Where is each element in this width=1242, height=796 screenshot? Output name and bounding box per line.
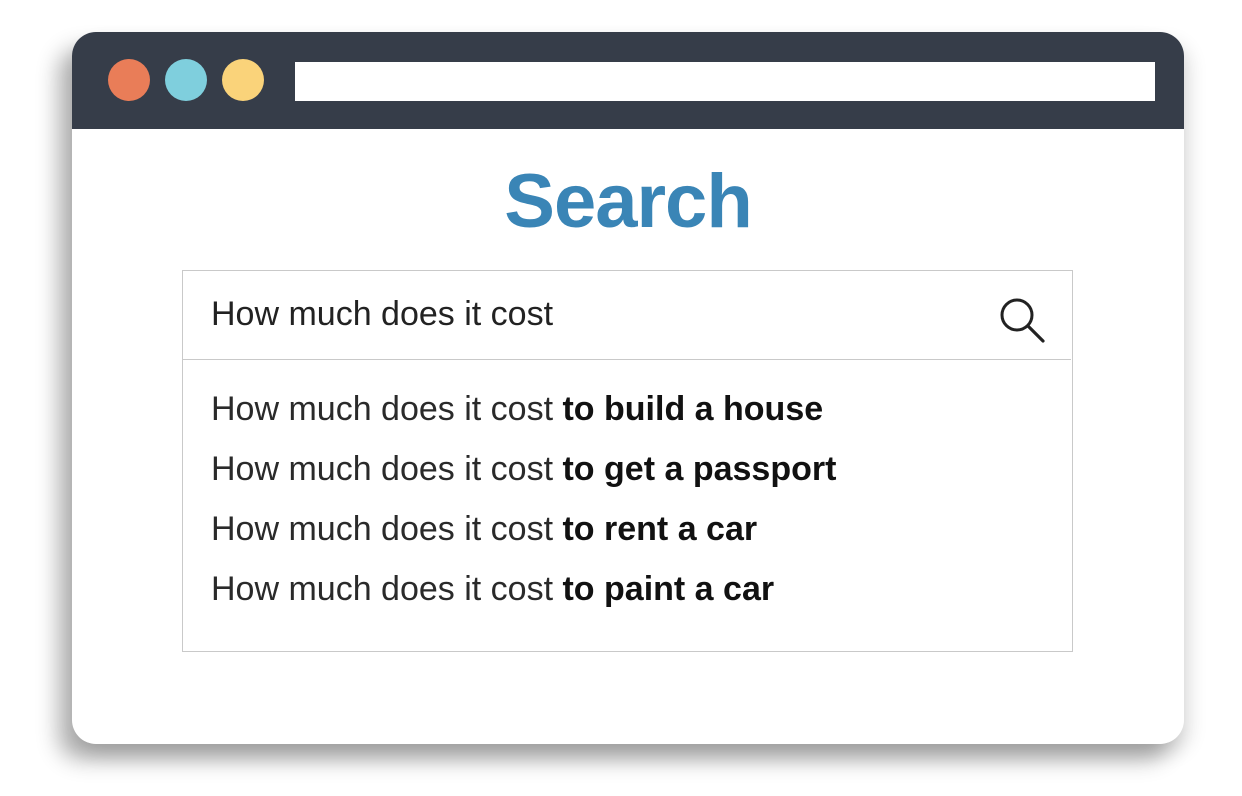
suggestion-item[interactable]: How much does it cost to rent a car	[211, 507, 1051, 567]
page-title: Search	[504, 159, 753, 244]
maximize-window-button[interactable]	[222, 59, 264, 101]
suggestion-prefix: How much does it cost	[211, 450, 554, 488]
title-bar	[72, 32, 1184, 129]
suggestion-completion: to rent a car	[562, 510, 758, 548]
search-box: How much does it cost to build a house H…	[182, 270, 1073, 652]
suggestion-item[interactable]: How much does it cost to paint a car	[211, 567, 1051, 627]
search-icon[interactable]	[997, 295, 1049, 347]
search-row	[183, 271, 1071, 360]
browser-window: Search How much does it cost to build a …	[72, 32, 1184, 744]
suggestion-item[interactable]: How much does it cost to build a house	[211, 387, 1051, 447]
suggestion-completion: to build a house	[562, 390, 824, 428]
search-input[interactable]	[211, 291, 971, 337]
suggestion-prefix: How much does it cost	[211, 570, 554, 608]
close-window-button[interactable]	[108, 59, 150, 101]
address-bar[interactable]	[295, 62, 1155, 101]
suggestion-item[interactable]: How much does it cost to get a passport	[211, 447, 1051, 507]
suggestion-completion: to get a passport	[562, 450, 837, 488]
suggestion-list: How much does it cost to build a house H…	[211, 387, 1051, 627]
suggestion-prefix: How much does it cost	[211, 390, 554, 428]
minimize-window-button[interactable]	[165, 59, 207, 101]
suggestion-prefix: How much does it cost	[211, 510, 554, 548]
suggestion-completion: to paint a car	[562, 570, 775, 608]
